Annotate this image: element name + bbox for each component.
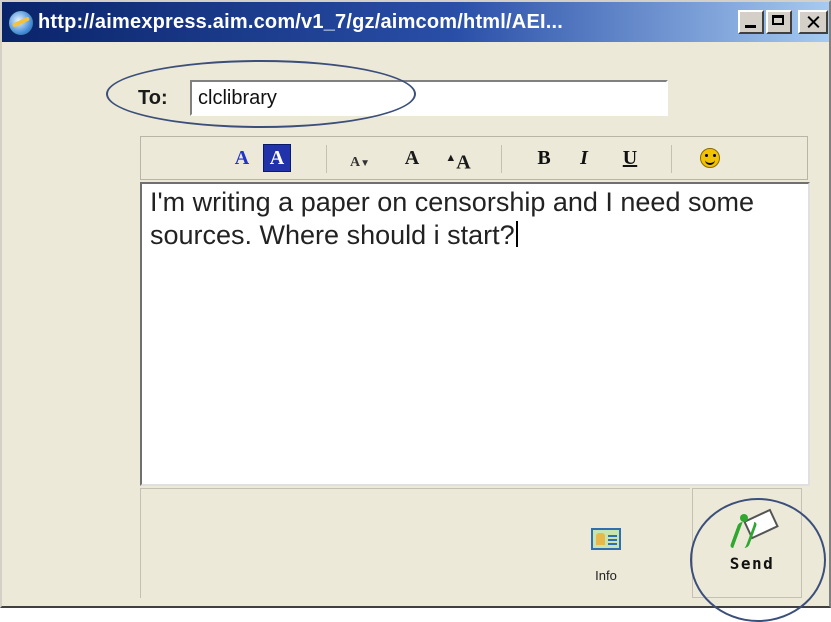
larger-text-glyph: A [456, 151, 471, 174]
send-label: Send [729, 554, 775, 573]
font-color-button[interactable]: A [229, 144, 255, 172]
window-title: http://aimexpress.aim.com/v1_7/gz/aimcom… [38, 11, 564, 33]
formatting-toolbar: A A A▼ A ▲A B I U [140, 136, 808, 180]
contact-card-icon [591, 528, 621, 550]
message-text: I'm writing a paper on censorship and I … [150, 187, 754, 250]
close-button[interactable] [798, 10, 828, 34]
larger-text-button[interactable]: ▲A [445, 144, 471, 174]
smiley-icon [700, 148, 720, 168]
toolbar-separator [501, 145, 502, 173]
internet-explorer-icon [8, 10, 34, 36]
normal-text-button[interactable]: A [399, 144, 425, 172]
smaller-text-button[interactable]: A▼ [347, 149, 373, 177]
recipient-input[interactable] [190, 80, 668, 116]
minimize-button[interactable] [738, 10, 764, 34]
title-bar[interactable]: http://aimexpress.aim.com/v1_7/gz/aimcom… [2, 2, 829, 42]
background-color-button[interactable]: A [263, 144, 291, 172]
down-arrow-icon: ▼ [360, 158, 371, 169]
up-arrow-icon: ▲ [445, 152, 457, 164]
italic-button[interactable]: I [571, 144, 597, 172]
maximize-button[interactable] [766, 10, 792, 34]
info-button[interactable]: Info [582, 526, 630, 586]
underline-button[interactable]: U [617, 144, 643, 172]
bold-button[interactable]: B [531, 144, 557, 172]
running-man-envelope-icon [722, 508, 782, 550]
to-label: To: [138, 87, 168, 109]
toolbar-separator [326, 145, 327, 173]
smiley-button[interactable] [697, 144, 723, 172]
smaller-text-glyph: A [349, 155, 361, 170]
info-label: Info [595, 568, 617, 583]
message-textarea[interactable]: I'm writing a paper on censorship and I … [140, 182, 810, 486]
send-button[interactable]: Send [712, 508, 792, 580]
text-cursor [515, 221, 518, 247]
toolbar-separator [671, 145, 672, 173]
